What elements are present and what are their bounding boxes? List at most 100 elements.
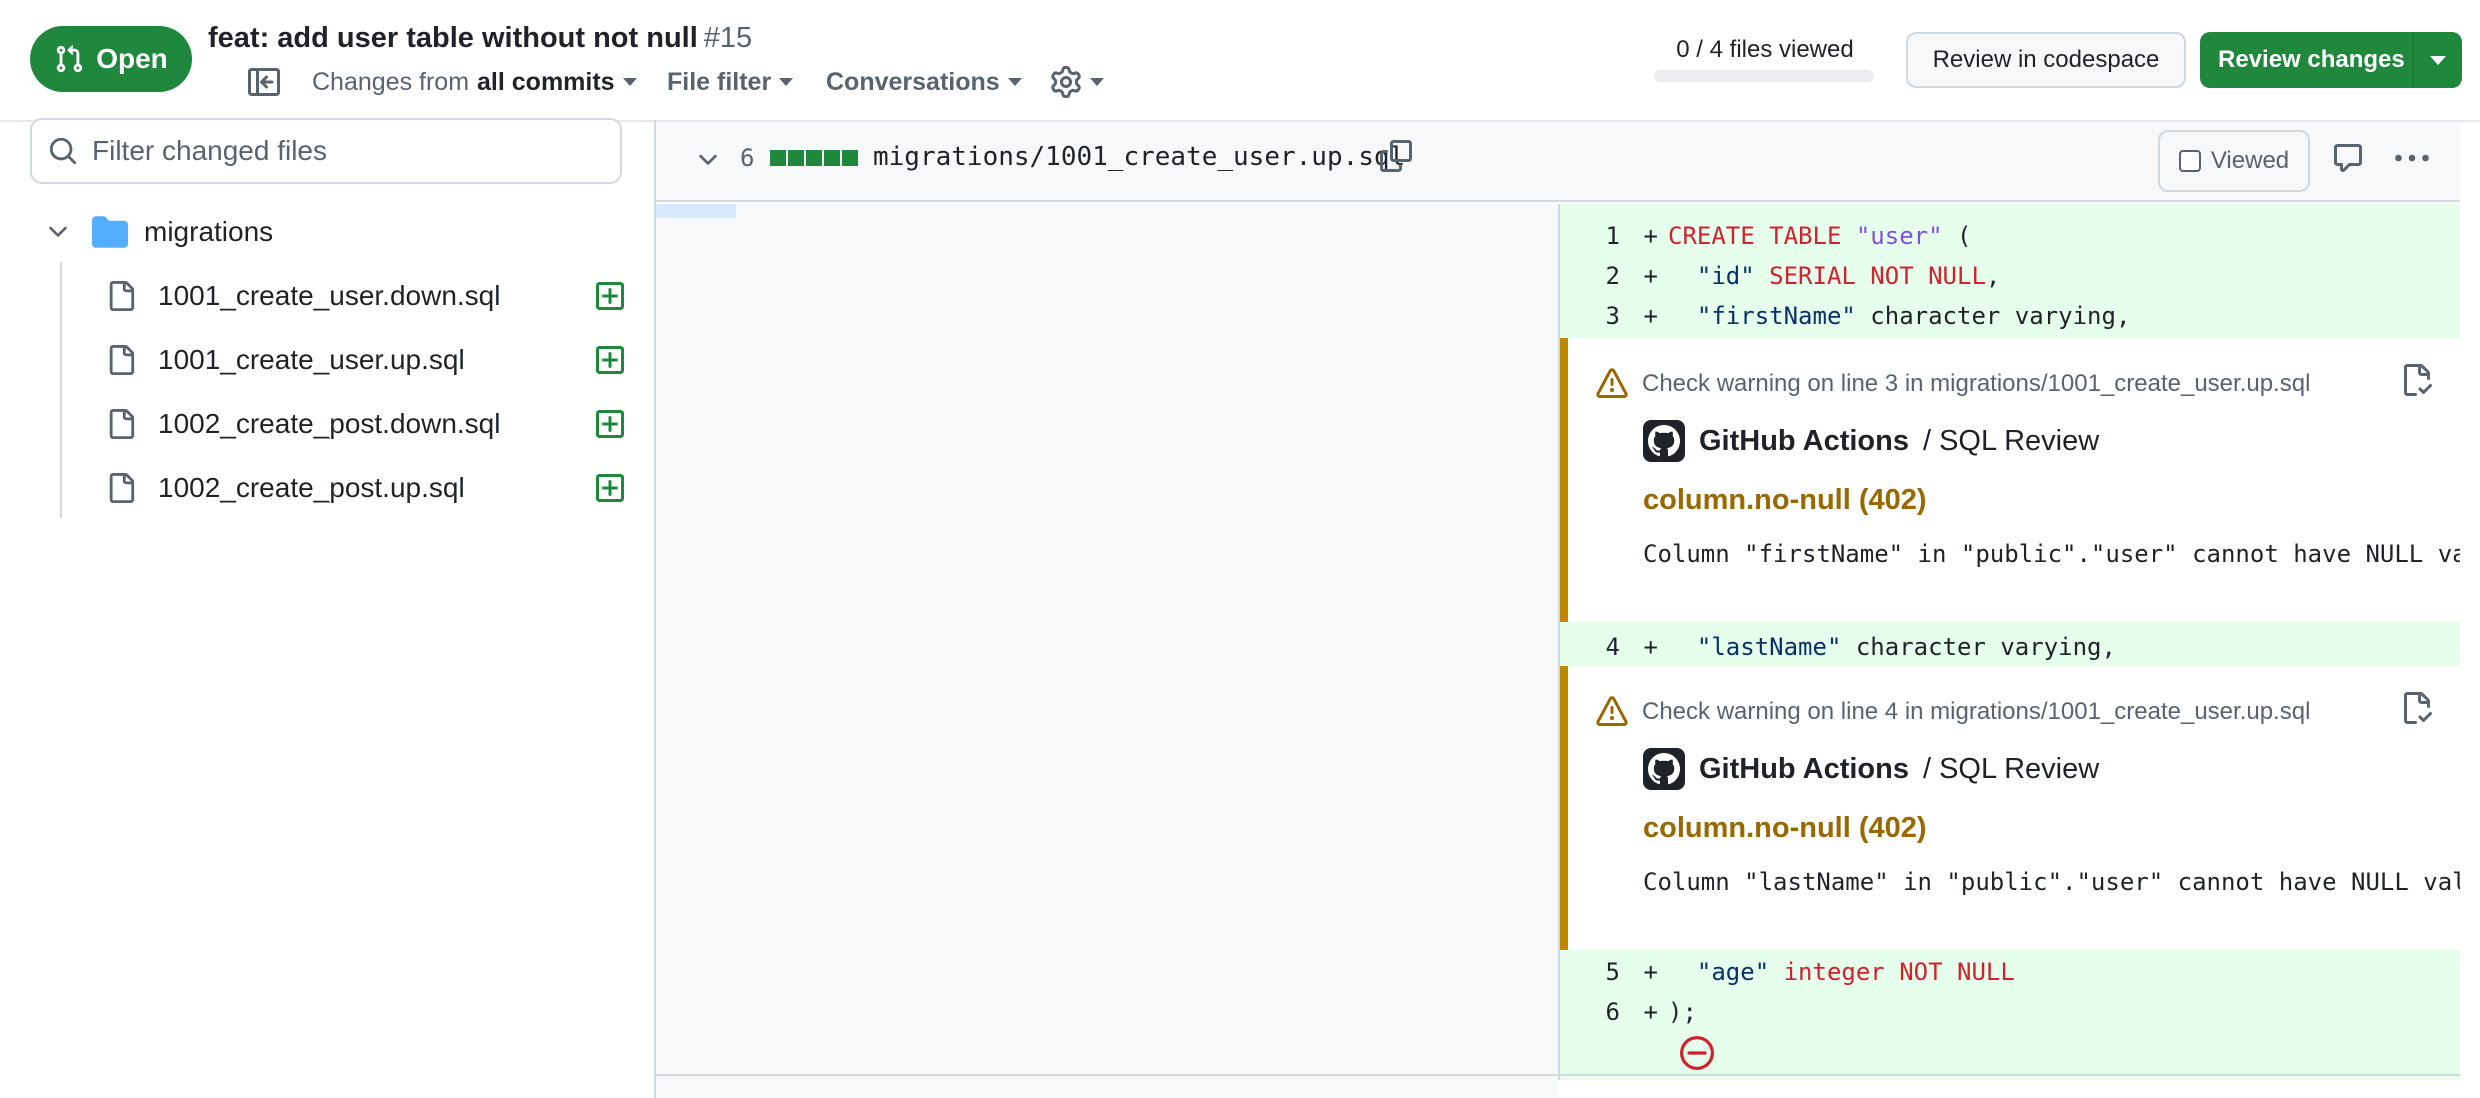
annotation-app-name[interactable]: GitHub Actions: [1699, 753, 1909, 786]
files-viewed-progress: [1654, 70, 1874, 82]
annotation-file-button[interactable]: [2400, 364, 2432, 401]
pr-status-badge: Open: [30, 26, 192, 92]
no-newline-marker: [1680, 1036, 1714, 1075]
copy-path-button[interactable]: [1380, 140, 1412, 177]
caret-down-icon: [779, 78, 794, 86]
annotation-source: GitHub Actions / SQL Review: [1643, 748, 2099, 790]
diffstat-block: [806, 150, 822, 166]
file-name: 1002_create_post.down.sql: [158, 408, 501, 439]
diffstat-block: [842, 150, 858, 166]
diff-sign: +: [1643, 998, 1658, 1026]
review-changes-button[interactable]: Review changes: [2200, 32, 2462, 88]
file-item[interactable]: 1002_create_post.down.sql: [106, 396, 626, 452]
file-check-icon: [2404, 364, 2432, 396]
toggle-file-tree-button[interactable]: [248, 62, 280, 102]
code-text: "lastName" character varying,: [1668, 633, 2116, 661]
review-changes-dropdown[interactable]: [2414, 55, 2462, 65]
annotation-rule: column.no-null (402): [1643, 484, 1927, 516]
code-string: "id": [1696, 262, 1755, 290]
file-added-icon: [596, 474, 624, 502]
diffstat-bar: [770, 150, 858, 166]
annotation-message: Column "lastName" in "public"."user" can…: [1643, 868, 2460, 896]
alert-icon: [1596, 696, 1628, 726]
changes-from-prefix: Changes from: [312, 67, 470, 96]
diff-line[interactable]: 6 + );: [1560, 992, 2460, 1032]
diff-bottom-border: [656, 1074, 2460, 1076]
chevron-down-icon: [49, 226, 67, 237]
git-pull-request-icon: [57, 45, 83, 73]
file-icon: [109, 345, 135, 375]
file-added-icon: [596, 346, 624, 374]
code-text: "id" SERIAL NOT NULL,: [1668, 262, 2000, 290]
conversations-dropdown[interactable]: Conversations: [826, 62, 1022, 102]
caret-down-icon: [1090, 78, 1104, 86]
line-number[interactable]: 4: [1560, 633, 1620, 661]
annotation-workflow: / SQL Review: [1922, 424, 2100, 457]
pr-number: #15: [703, 22, 753, 54]
line-number[interactable]: 6: [1560, 998, 1620, 1026]
diff-sign: +: [1643, 302, 1658, 330]
code-text: );: [1668, 998, 1697, 1026]
file-check-icon: [2404, 692, 2432, 724]
diff-line[interactable]: 1 + CREATE TABLE "user" (: [1560, 216, 2460, 256]
comment-button[interactable]: [2332, 142, 2364, 179]
annotation-file-button[interactable]: [2400, 692, 2432, 729]
annotation-app-name[interactable]: GitHub Actions: [1699, 425, 1909, 458]
conversations-label: Conversations: [826, 67, 1000, 96]
more-options-button[interactable]: [2394, 146, 2430, 175]
chevron-down-icon: [699, 154, 717, 165]
line-number[interactable]: 1: [1560, 222, 1620, 250]
file-item[interactable]: 1001_create_user.up.sql: [106, 332, 626, 388]
annotation-header: Check warning on line 3 in migrations/10…: [1596, 368, 2310, 400]
pr-status-label: Open: [96, 43, 168, 74]
file-filter-dropdown[interactable]: File filter: [667, 62, 794, 102]
diff-sign: +: [1643, 633, 1658, 661]
code-rest: );: [1668, 998, 1697, 1026]
github-logo-icon: [1643, 420, 1685, 462]
page-title: feat: add user table without not null #15: [208, 22, 752, 55]
code-keyword: integer NOT NULL: [1783, 958, 2015, 986]
folder-icon: [92, 216, 128, 248]
file-filter-label: File filter: [667, 67, 772, 96]
page-right-margin: [2460, 122, 2480, 1098]
viewed-checkbox-button[interactable]: Viewed: [2158, 130, 2310, 192]
annotation-workflow: / SQL Review: [1922, 752, 2100, 785]
line-number[interactable]: 3: [1560, 302, 1620, 330]
diff-sign: +: [1643, 958, 1658, 986]
diff-line[interactable]: 3 + "firstName" character varying,: [1560, 296, 2460, 336]
checkbox[interactable]: [2178, 150, 2201, 172]
filter-changed-files[interactable]: [30, 118, 622, 184]
code-string: "firstName": [1696, 302, 1856, 330]
diff-line[interactable]: 2 + "id" SERIAL NOT NULL,: [1560, 256, 2460, 296]
file-icon: [109, 281, 135, 311]
review-in-codespace-button[interactable]: Review in codespace: [1906, 32, 2186, 88]
line-number[interactable]: 5: [1560, 958, 1620, 986]
hunk-header-strip: [656, 204, 736, 218]
filter-changed-files-input[interactable]: [92, 135, 572, 167]
code-string: "age": [1696, 958, 1770, 986]
collapse-file-button[interactable]: [694, 146, 722, 179]
diffstat-block: [788, 150, 804, 166]
diff-line[interactable]: 5 + "age" integer NOT NULL: [1560, 952, 2460, 992]
diff-file-path[interactable]: migrations/1001_create_user.up.sql: [873, 142, 1405, 172]
code-keyword: SERIAL NOT NULL: [1769, 262, 1986, 290]
folder-migrations[interactable]: migrations: [44, 210, 273, 254]
pr-title-text: feat: add user table without not null: [208, 22, 698, 54]
diff-change-count: 6: [740, 144, 755, 172]
code-string: "user": [1855, 222, 1943, 250]
diff-settings-button[interactable]: [1050, 62, 1104, 102]
line-number[interactable]: 2: [1560, 262, 1620, 290]
file-item[interactable]: 1001_create_user.down.sql: [106, 268, 626, 324]
kebab-horizontal-icon: [2395, 154, 2429, 162]
changes-from-dropdown[interactable]: Changes from all commits: [312, 62, 637, 102]
comment-icon: [2334, 144, 2362, 172]
alert-icon: [1596, 368, 1628, 398]
diff-line[interactable]: 4 + "lastName" character varying,: [1560, 627, 2460, 667]
code-string: "lastName": [1696, 633, 1842, 661]
file-item[interactable]: 1002_create_post.up.sql: [106, 460, 626, 516]
gear-icon: [1051, 66, 1081, 98]
code-rest: ,: [1985, 262, 2001, 290]
annotation-rule: column.no-null (402): [1643, 812, 1927, 844]
diff-sign: +: [1643, 262, 1658, 290]
review-changes-label: Review changes: [2218, 46, 2405, 73]
